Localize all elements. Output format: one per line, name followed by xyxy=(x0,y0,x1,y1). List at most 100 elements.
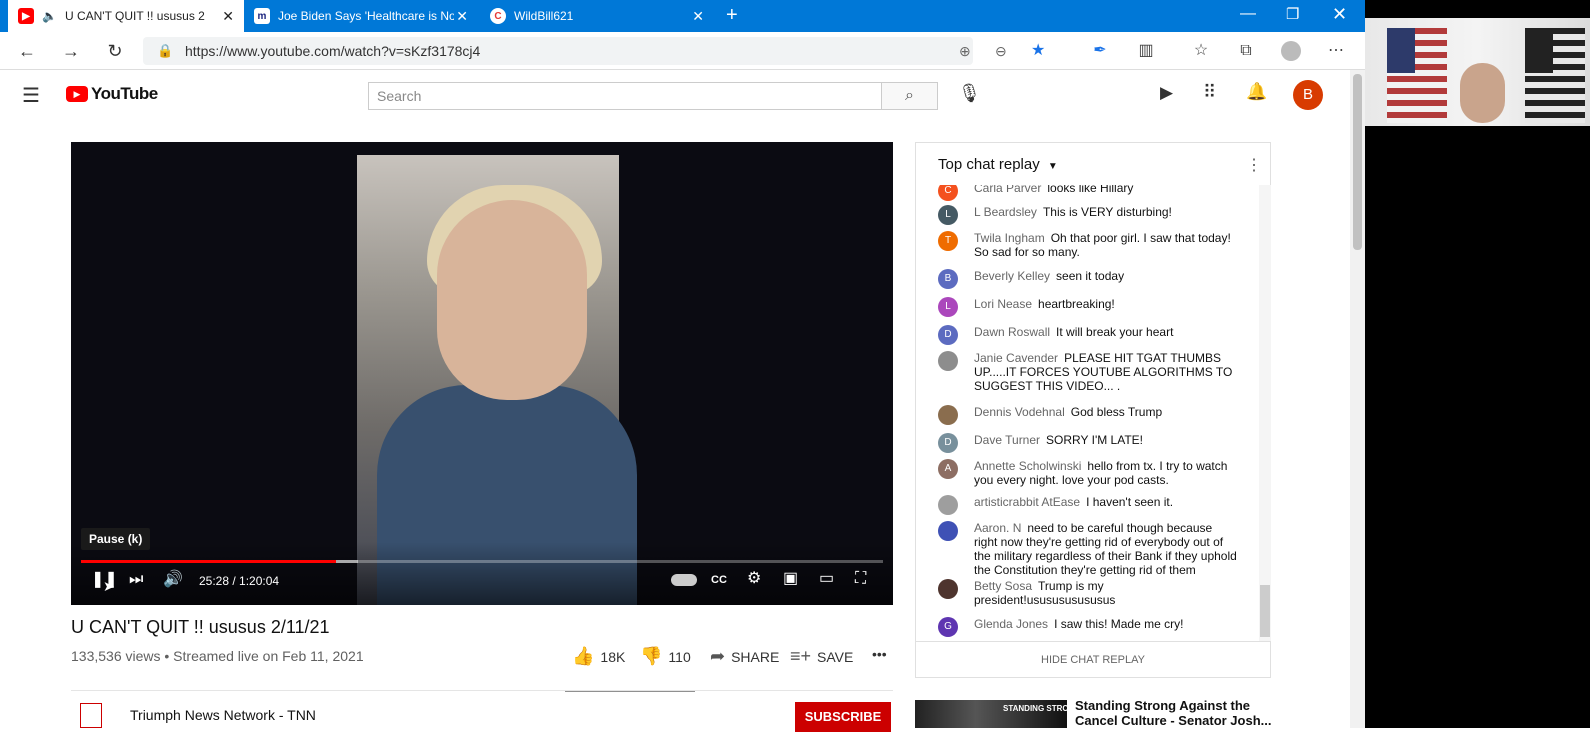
tab-joe-biden[interactable]: m Joe Biden Says 'Healthcare is No ✕ xyxy=(244,0,478,32)
chat-avatar[interactable] xyxy=(938,405,958,425)
miniplayer-icon[interactable]: ▣ xyxy=(783,569,798,589)
related-video-title[interactable]: Standing Strong Against the Cancel Cultu… xyxy=(1075,698,1275,728)
progress-bar[interactable] xyxy=(81,560,883,563)
chat-scrollbar-thumb[interactable] xyxy=(1260,585,1270,637)
share-button[interactable]: ➦ SHARE xyxy=(710,646,779,667)
tab-youtube[interactable]: ▶ 🔈 U CAN'T QUIT !! ususus 2/11 ✕ xyxy=(8,0,244,32)
pen-icon[interactable]: ✒ xyxy=(1090,41,1110,61)
next-icon[interactable]: ⏭ xyxy=(129,570,143,590)
forward-icon[interactable]: → xyxy=(60,40,82,62)
time-display: 25:28 / 1:20:04 xyxy=(199,574,280,588)
chat-author[interactable]: Twila Ingham xyxy=(974,231,1045,245)
avatar[interactable]: B xyxy=(1293,80,1323,110)
chat-avatar[interactable]: T xyxy=(938,231,958,251)
minimize-icon[interactable]: — xyxy=(1240,5,1256,23)
hide-chat-replay-button[interactable]: HIDE CHAT REPLAY xyxy=(916,641,1270,677)
chat-avatar[interactable]: D xyxy=(938,325,958,345)
chat-avatar[interactable]: B xyxy=(938,269,958,289)
chat-author[interactable]: Janie Cavender xyxy=(974,351,1058,365)
theater-mode-icon[interactable]: ▭ xyxy=(819,569,834,589)
chat-avatar[interactable] xyxy=(938,579,958,599)
fullscreen-icon[interactable]: ⛶ xyxy=(855,569,866,589)
chat-avatar[interactable] xyxy=(938,521,958,541)
chat-header[interactable]: Top chat replay ▼ ⋮ xyxy=(916,143,1270,185)
search-button[interactable]: ⌕ xyxy=(882,82,938,110)
speaker-icon[interactable]: 🔈 xyxy=(42,9,57,23)
page-scrollbar-thumb[interactable] xyxy=(1353,74,1362,250)
tab-title: WildBill621 xyxy=(514,9,574,23)
page-scrollbar[interactable] xyxy=(1350,70,1365,728)
youtube-logo-icon[interactable]: ▶ xyxy=(66,86,88,102)
profile-icon[interactable] xyxy=(1281,41,1301,61)
captions-icon[interactable]: CC xyxy=(711,570,727,590)
chat-message-body: Twila Ingham Oh that poor girl. I saw tha… xyxy=(974,231,1238,259)
like-button[interactable]: 👍 18K xyxy=(572,646,625,667)
refresh-icon[interactable]: ↻ xyxy=(104,40,126,62)
thumbs-up-icon: 👍 xyxy=(572,646,595,666)
chat-avatar[interactable] xyxy=(938,351,958,371)
chat-author[interactable]: Dennis Vodehnal xyxy=(974,405,1065,419)
chat-author[interactable]: Dave Turner xyxy=(974,433,1040,447)
save-button[interactable]: ≡+ SAVE xyxy=(790,646,853,667)
chat-author[interactable]: Betty Sosa xyxy=(974,579,1032,593)
webcam-person xyxy=(1460,63,1505,123)
apps-grid-icon[interactable]: ⠿ xyxy=(1203,82,1216,103)
volume-icon[interactable]: 🔊 xyxy=(163,570,183,590)
tab-wildbill[interactable]: C WildBill621 ✕ xyxy=(480,0,714,32)
chat-message: L L Beardsley This is VERY disturbing! xyxy=(938,205,1238,225)
settings-gear-icon[interactable]: ⚙ xyxy=(747,569,761,589)
channel-logo[interactable] xyxy=(80,703,102,728)
chat-author[interactable]: Beverly Kelley xyxy=(974,269,1050,283)
more-icon[interactable]: ⋯ xyxy=(1326,41,1346,61)
window-close-icon[interactable]: ✕ xyxy=(1332,4,1347,25)
chat-text: I haven't seen it. xyxy=(1086,495,1174,509)
video-player[interactable]: Pause (k) ❚❚ ⏭ 🔊 25:28 / 1:20:04 CC ⚙ ▣ … xyxy=(71,142,893,605)
video-frame xyxy=(357,155,637,605)
url-field[interactable]: 🔒 https://www.youtube.com/watch?v=sKzf31… xyxy=(143,37,1045,65)
chat-avatar[interactable]: G xyxy=(938,617,958,637)
close-icon[interactable]: ✕ xyxy=(456,8,468,25)
chat-messages: C Carla Parver looks like Hillary L L Beards… xyxy=(916,185,1254,641)
create-video-icon[interactable]: ▶ xyxy=(1160,83,1173,103)
chat-author[interactable]: Carla Parver xyxy=(974,185,1041,195)
chat-avatar[interactable]: L xyxy=(938,297,958,317)
close-icon[interactable]: ✕ xyxy=(222,8,234,25)
chat-author[interactable]: Lori Nease xyxy=(974,297,1032,311)
chat-message: G Glenda Jones I saw this! Made me cry! xyxy=(938,617,1238,637)
chat-avatar[interactable]: A xyxy=(938,459,958,479)
zoom-in-icon[interactable]: ⊕ xyxy=(959,37,971,65)
chat-author[interactable]: Annette Scholwinski xyxy=(974,459,1081,473)
favorites-icon[interactable]: ☆ xyxy=(1191,41,1211,61)
chat-menu-icon[interactable]: ⋮ xyxy=(1246,155,1262,175)
dislike-button[interactable]: 👎 110 xyxy=(640,646,691,667)
more-actions-icon[interactable]: ••• xyxy=(872,646,887,662)
chat-avatar[interactable]: C xyxy=(938,185,958,201)
chat-author[interactable]: Glenda Jones xyxy=(974,617,1048,631)
chat-author[interactable]: Aaron. N xyxy=(974,521,1021,535)
chat-author[interactable]: Dawn Roswall xyxy=(974,325,1050,339)
maximize-icon[interactable]: ❐ xyxy=(1286,5,1299,23)
channel-name[interactable]: Triumph News Network - TNN xyxy=(130,707,316,723)
favorite-star-icon[interactable]: ★ xyxy=(1031,37,1045,65)
mouse-cursor-icon: ➤ xyxy=(103,578,115,594)
autoplay-toggle[interactable] xyxy=(671,574,697,586)
notifications-bell-icon[interactable]: 🔔 xyxy=(1246,82,1267,102)
like-count: 18K xyxy=(600,648,626,665)
chat-avatar[interactable]: L xyxy=(938,205,958,225)
collections-add-icon[interactable]: ⧉ xyxy=(1236,41,1256,61)
close-icon[interactable]: ✕ xyxy=(692,8,704,25)
zoom-out-icon[interactable]: ⊖ xyxy=(995,37,1007,65)
chat-message: Aaron. Nneed to be careful though becaus… xyxy=(938,521,1238,577)
back-icon[interactable]: ← xyxy=(16,40,38,62)
chat-scrollbar[interactable] xyxy=(1259,185,1271,641)
youtube-logo-text[interactable]: YouTube xyxy=(91,84,158,104)
new-tab-icon[interactable]: + xyxy=(726,4,738,27)
chat-author[interactable]: artisticrabbit AtEase xyxy=(974,495,1080,509)
chat-avatar[interactable]: D xyxy=(938,433,958,453)
microphone-icon[interactable]: 🎙 xyxy=(958,83,981,104)
search-input[interactable]: Search xyxy=(368,82,882,110)
menu-icon[interactable]: ☰ xyxy=(22,83,40,108)
chat-author[interactable]: L Beardsley xyxy=(974,205,1037,219)
chat-avatar[interactable] xyxy=(938,495,958,515)
collections-icon[interactable]: ▥ xyxy=(1136,41,1156,61)
